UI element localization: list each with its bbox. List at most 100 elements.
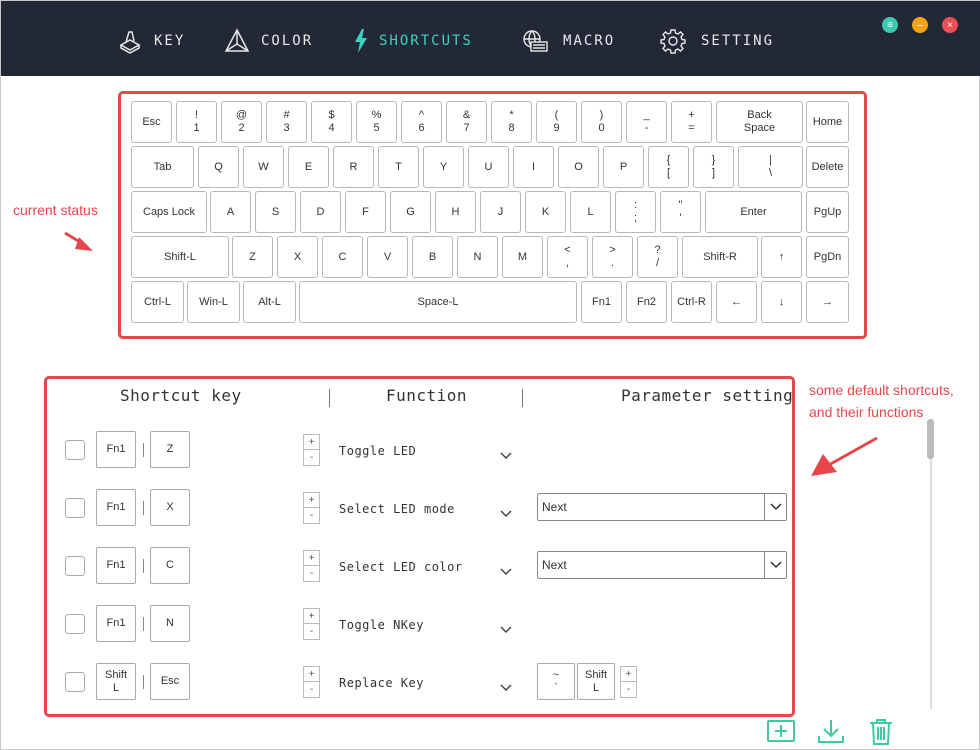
key-h[interactable]: H — [435, 191, 476, 233]
key--[interactable]: _ - — [626, 101, 667, 143]
key-l[interactable]: L — [570, 191, 611, 233]
key--[interactable]: ) 0 — [581, 101, 622, 143]
key--[interactable]: " ' — [660, 191, 701, 233]
key-e[interactable]: E — [288, 146, 329, 188]
menu-button[interactable]: ≡ — [882, 17, 898, 33]
key-r[interactable]: R — [333, 146, 374, 188]
minus-button[interactable]: - — [304, 450, 319, 465]
plus-button[interactable]: + — [304, 667, 319, 682]
replacement-key[interactable]: ~ ` — [537, 663, 575, 700]
chevron-down-icon[interactable] — [499, 564, 513, 576]
key-pgdn[interactable]: PgDn — [806, 236, 849, 278]
shortcut-key[interactable]: Esc — [150, 663, 190, 700]
chevron-down-icon[interactable] — [499, 506, 513, 518]
close-button[interactable]: × — [942, 17, 958, 33]
key-n[interactable]: N — [457, 236, 498, 278]
key-t[interactable]: T — [378, 146, 419, 188]
shortcut-modifier-key[interactable]: Fn1 — [96, 605, 136, 642]
row-checkbox[interactable] — [65, 498, 85, 518]
replacement-key[interactable]: Shift L — [577, 663, 615, 700]
key-f[interactable]: F — [345, 191, 386, 233]
key-x[interactable]: X — [277, 236, 318, 278]
shortcut-modifier-key[interactable]: Shift L — [96, 663, 136, 700]
delete-button[interactable] — [866, 718, 896, 746]
key--[interactable]: <, — [547, 236, 588, 278]
key-ctrl-l[interactable]: Ctrl-L — [131, 281, 184, 323]
key-shift-r[interactable]: Shift-R — [682, 236, 758, 278]
shortcut-key[interactable]: X — [150, 489, 190, 526]
nav-tab-color[interactable]: COLOR — [223, 23, 313, 59]
row-checkbox[interactable] — [65, 614, 85, 634]
parameter-select[interactable]: Next — [537, 551, 787, 579]
parameter-select[interactable]: Next — [537, 493, 787, 521]
key-c[interactable]: C — [322, 236, 363, 278]
nav-tab-key[interactable]: KEY — [116, 23, 185, 59]
key--[interactable]: ! 1 — [176, 101, 217, 143]
key-space-l[interactable]: Space-L — [299, 281, 577, 323]
shortcut-modifier-key[interactable]: Fn1 — [96, 547, 136, 584]
key--[interactable]: $4 — [311, 101, 352, 143]
plus-button[interactable]: + — [304, 493, 319, 508]
key--[interactable]: @2 — [221, 101, 262, 143]
key--[interactable]: → — [806, 281, 849, 323]
minus-button[interactable]: - — [304, 624, 319, 639]
key--[interactable]: {[ — [648, 146, 689, 188]
nav-tab-setting[interactable]: SETTING — [659, 23, 774, 59]
row-checkbox[interactable] — [65, 440, 85, 460]
add-shortcut-button[interactable] — [766, 718, 796, 746]
key-o[interactable]: O — [558, 146, 599, 188]
scrollbar-track[interactable] — [930, 419, 932, 709]
plus-button[interactable]: + — [304, 435, 319, 450]
key-g[interactable]: G — [390, 191, 431, 233]
chevron-down-icon[interactable] — [499, 622, 513, 634]
minus-button[interactable]: - — [304, 508, 319, 523]
shortcut-key[interactable]: Z — [150, 431, 190, 468]
key-a[interactable]: A — [210, 191, 251, 233]
minus-button[interactable]: - — [304, 682, 319, 697]
key-z[interactable]: Z — [232, 236, 273, 278]
plus-button[interactable]: + — [621, 667, 636, 682]
key--[interactable]: ^ 6 — [401, 101, 442, 143]
key--[interactable]: #3 — [266, 101, 307, 143]
key-fn1[interactable]: Fn1 — [581, 281, 622, 323]
plus-button[interactable]: + — [304, 551, 319, 566]
nav-tab-macro[interactable]: MACRO — [521, 23, 615, 59]
key-win-l[interactable]: Win-L — [187, 281, 240, 323]
key--[interactable]: ← — [716, 281, 757, 323]
nav-tab-shortcuts[interactable]: SHORTCUTS — [351, 23, 473, 59]
key-q[interactable]: Q — [198, 146, 239, 188]
shortcut-modifier-key[interactable]: Fn1 — [96, 431, 136, 468]
function-select[interactable]: Select LED mode — [339, 502, 455, 516]
key-enter[interactable]: Enter — [705, 191, 802, 233]
key-ctrl-r[interactable]: Ctrl-R — [671, 281, 712, 323]
key-pgup[interactable]: PgUp — [806, 191, 849, 233]
function-select[interactable]: Toggle LED — [339, 444, 416, 458]
key-j[interactable]: J — [480, 191, 521, 233]
key-p[interactable]: P — [603, 146, 644, 188]
key-w[interactable]: W — [243, 146, 284, 188]
minimize-button[interactable]: – — [912, 17, 928, 33]
key--[interactable]: :; — [615, 191, 656, 233]
key--[interactable]: & 7 — [446, 101, 487, 143]
function-select[interactable]: Select LED color — [339, 560, 463, 574]
key--[interactable]: ↓ — [761, 281, 802, 323]
minus-button[interactable]: - — [304, 566, 319, 581]
key--[interactable]: % 5 — [356, 101, 397, 143]
key-tab[interactable]: Tab — [131, 146, 194, 188]
key-k[interactable]: K — [525, 191, 566, 233]
key-u[interactable]: U — [468, 146, 509, 188]
scrollbar-thumb[interactable] — [927, 419, 934, 459]
chevron-down-icon[interactable] — [499, 448, 513, 460]
key--[interactable]: + = — [671, 101, 712, 143]
key-fn2[interactable]: Fn2 — [626, 281, 667, 323]
key--[interactable]: * 8 — [491, 101, 532, 143]
key-v[interactable]: V — [367, 236, 408, 278]
key-back[interactable]: Back Space — [716, 101, 803, 143]
key--[interactable]: >. — [592, 236, 633, 278]
function-select[interactable]: Toggle NKey — [339, 618, 424, 632]
key-home[interactable]: Home — [806, 101, 849, 143]
key-d[interactable]: D — [300, 191, 341, 233]
shortcut-key[interactable]: N — [150, 605, 190, 642]
key--[interactable]: | \ — [738, 146, 803, 188]
plus-button[interactable]: + — [304, 609, 319, 624]
